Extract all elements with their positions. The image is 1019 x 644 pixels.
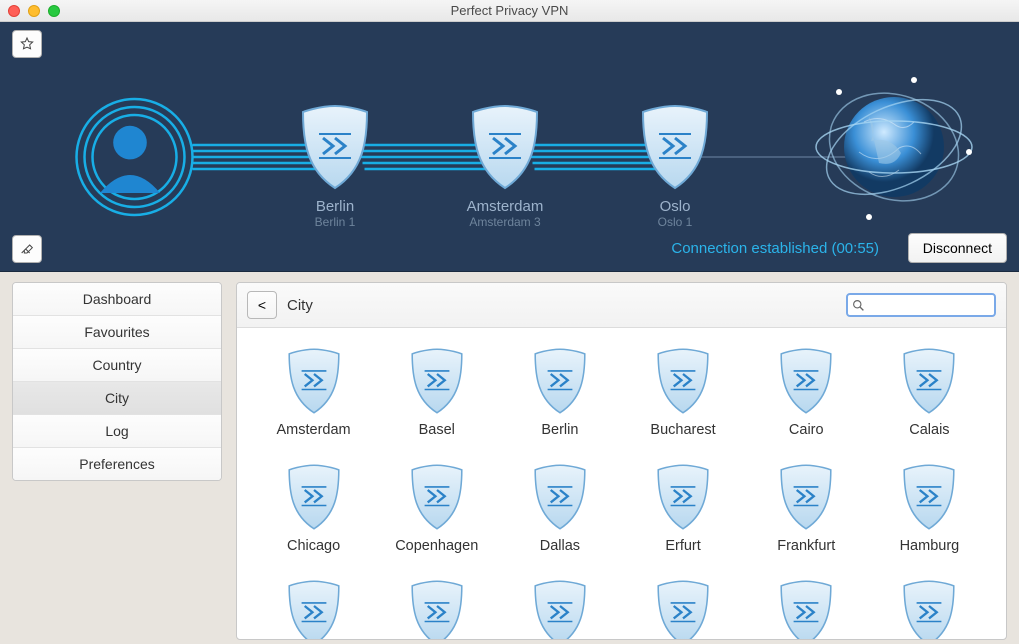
disconnect-button[interactable]: Disconnect [908, 233, 1007, 263]
city-item[interactable]: Erfurt [626, 462, 739, 554]
hop-sublabel: Berlin 1 [295, 215, 375, 229]
city-label: Hamburg [873, 538, 986, 554]
city-grid[interactable]: Amsterdam Basel Berlin Bucharest Cairo Calais… [237, 328, 1006, 639]
hop-label: Oslo [635, 198, 715, 215]
city-item[interactable] [503, 578, 616, 639]
minimize-window-button[interactable] [28, 5, 40, 17]
city-item[interactable]: Hamburg [873, 462, 986, 554]
city-label: Dallas [503, 538, 616, 554]
sidebar-list: Dashboard Favourites Country City Log Pr… [12, 282, 222, 481]
city-item[interactable] [257, 578, 370, 639]
city-label: Frankfurt [750, 538, 863, 554]
window-titlebar: Perfect Privacy VPN [0, 0, 1019, 22]
shield-icon [406, 346, 468, 416]
shield-icon [898, 578, 960, 639]
sidebar-item-city[interactable]: City [13, 382, 221, 415]
close-window-button[interactable] [8, 5, 20, 17]
content-area: Dashboard Favourites Country City Log Pr… [0, 272, 1019, 640]
shield-icon [406, 578, 468, 639]
city-item[interactable] [873, 578, 986, 639]
city-item[interactable] [380, 578, 493, 639]
city-item[interactable]: Berlin [503, 346, 616, 438]
eraser-icon [19, 241, 35, 257]
shield-icon [283, 578, 345, 639]
hop-3[interactable]: Oslo Oslo 1 [635, 102, 715, 229]
globe-icon [809, 62, 979, 232]
city-label: Calais [873, 422, 986, 438]
main-panel: < City Amsterdam Basel Berlin Bucharest Cair… [236, 282, 1007, 640]
shield-icon [898, 462, 960, 532]
sidebar-item-log[interactable]: Log [13, 415, 221, 448]
shield-icon [529, 346, 591, 416]
connection-banner: Berlin Berlin 1 Amsterdam Amsterdam 3 Os… [0, 22, 1019, 272]
hop-label: Amsterdam [465, 198, 545, 215]
shield-icon [406, 462, 468, 532]
city-label: Basel [380, 422, 493, 438]
city-item[interactable]: Calais [873, 346, 986, 438]
city-item[interactable]: Bucharest [626, 346, 739, 438]
globe-node [809, 62, 979, 232]
shield-icon [898, 346, 960, 416]
hop-label: Berlin [295, 198, 375, 215]
city-item[interactable] [750, 578, 863, 639]
window-title: Perfect Privacy VPN [451, 3, 569, 18]
search-box[interactable] [846, 293, 996, 317]
hop-2[interactable]: Amsterdam Amsterdam 3 [465, 102, 545, 229]
sidebar-item-dashboard[interactable]: Dashboard [13, 283, 221, 316]
shield-icon [283, 462, 345, 532]
city-item[interactable]: Dallas [503, 462, 616, 554]
hop-sublabel: Oslo 1 [635, 215, 715, 229]
breadcrumb: City [287, 297, 313, 314]
shield-icon [283, 346, 345, 416]
city-item[interactable]: Cairo [750, 346, 863, 438]
user-node [70, 97, 190, 217]
city-item[interactable] [626, 578, 739, 639]
shield-icon [295, 102, 375, 192]
city-label: Erfurt [626, 538, 739, 554]
city-label: Berlin [503, 422, 616, 438]
shield-icon [465, 102, 545, 192]
shield-icon [652, 578, 714, 639]
sidebar-item-country[interactable]: Country [13, 349, 221, 382]
sidebar-item-favourites[interactable]: Favourites [13, 316, 221, 349]
shield-icon [652, 462, 714, 532]
city-label: Bucharest [626, 422, 739, 438]
city-label: Amsterdam [257, 422, 370, 438]
city-label: Cairo [750, 422, 863, 438]
shield-icon [775, 346, 837, 416]
favourite-button[interactable] [12, 30, 42, 58]
shield-icon [652, 346, 714, 416]
shield-icon [529, 462, 591, 532]
shield-icon [775, 578, 837, 639]
city-label: Copenhagen [380, 538, 493, 554]
main-header: < City [237, 283, 1006, 328]
user-icon [70, 97, 190, 217]
route-diagram: Berlin Berlin 1 Amsterdam Amsterdam 3 Os… [60, 72, 979, 242]
city-label: Chicago [257, 538, 370, 554]
search-input[interactable] [867, 298, 990, 313]
shield-icon [529, 578, 591, 639]
traffic-lights [8, 5, 60, 17]
shield-icon [635, 102, 715, 192]
city-item[interactable]: Copenhagen [380, 462, 493, 554]
hop-sublabel: Amsterdam 3 [465, 215, 545, 229]
star-icon [19, 36, 35, 52]
connection-status: Connection established (00:55) [671, 240, 879, 257]
search-icon [852, 299, 865, 312]
sidebar-item-preferences[interactable]: Preferences [13, 448, 221, 480]
city-item[interactable]: Amsterdam [257, 346, 370, 438]
city-item[interactable]: Frankfurt [750, 462, 863, 554]
city-item[interactable]: Basel [380, 346, 493, 438]
clear-route-button[interactable] [12, 235, 42, 263]
back-button[interactable]: < [247, 291, 277, 319]
shield-icon [775, 462, 837, 532]
maximize-window-button[interactable] [48, 5, 60, 17]
city-item[interactable]: Chicago [257, 462, 370, 554]
hop-1[interactable]: Berlin Berlin 1 [295, 102, 375, 229]
sidebar: Dashboard Favourites Country City Log Pr… [12, 282, 222, 640]
